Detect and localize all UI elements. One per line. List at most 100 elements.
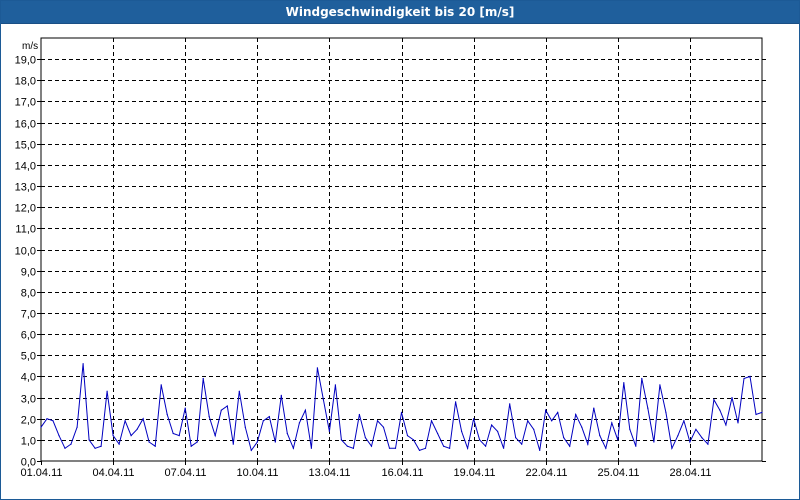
- data-point: [220, 409, 222, 411]
- data-point: [641, 377, 643, 380]
- data-point: [406, 435, 409, 437]
- data-point: [437, 432, 439, 435]
- data-point: [659, 384, 661, 386]
- y-tick-label: 16,0: [15, 119, 36, 131]
- data-point: [719, 409, 721, 411]
- data-point: [202, 377, 204, 380]
- data-point: [647, 407, 649, 409]
- data-point: [148, 441, 150, 443]
- data-point: [370, 445, 373, 447]
- x-tick-label: 19.04.11: [453, 467, 495, 479]
- data-point: [515, 437, 517, 439]
- x-tick-label: 10.04.11: [236, 467, 278, 479]
- data-point: [695, 428, 697, 430]
- data-point: [394, 447, 397, 449]
- data-point: [154, 445, 156, 447]
- data-point: [467, 447, 469, 449]
- data-point: [677, 435, 679, 437]
- data-point: [629, 428, 631, 430]
- y-tick-label: 6,0: [21, 330, 36, 342]
- data-point: [521, 443, 523, 445]
- y-tick-label: 8,0: [21, 288, 36, 300]
- x-tick-label: 04.04.11: [92, 467, 134, 479]
- data-point: [262, 420, 264, 422]
- data-point: [226, 405, 228, 407]
- data-point: [479, 439, 481, 441]
- data-point: [40, 426, 42, 428]
- y-tick-label: 17,0: [15, 97, 36, 109]
- data-point: [292, 447, 294, 449]
- data-point: [743, 377, 745, 380]
- y-tick-label: 1,0: [21, 436, 36, 448]
- data-point: [238, 390, 240, 392]
- data-point: [491, 424, 493, 426]
- data-point: [623, 382, 625, 384]
- data-point: [563, 437, 565, 439]
- data-point: [388, 447, 391, 449]
- y-tick-label: 12,0: [15, 203, 36, 215]
- data-point: [58, 435, 60, 437]
- data-point: [485, 445, 487, 447]
- data-point: [280, 394, 282, 396]
- data-point: [575, 413, 577, 416]
- data-point: [635, 445, 637, 447]
- data-point: [172, 432, 174, 435]
- x-tick-label: 07.04.11: [164, 467, 206, 479]
- data-point: [304, 409, 306, 411]
- data-point: [358, 413, 360, 416]
- data-point: [328, 430, 330, 432]
- data-point: [497, 430, 499, 432]
- data-point: [160, 384, 162, 386]
- data-point: [569, 445, 571, 447]
- data-point: [340, 439, 342, 441]
- y-tick-label: 9,0: [21, 267, 36, 279]
- data-point: [503, 447, 505, 449]
- data-point: [232, 443, 234, 445]
- data-point: [473, 418, 475, 420]
- data-point: [761, 411, 763, 413]
- data-point: [364, 437, 366, 439]
- x-tick-label: 28.04.11: [669, 467, 711, 479]
- data-point: [749, 375, 751, 377]
- x-tick-label: 01.04.11: [20, 467, 62, 479]
- y-tick-label: 13,0: [15, 182, 36, 194]
- data-point: [112, 435, 114, 437]
- data-point: [527, 420, 529, 422]
- x-tick-label: 13.04.11: [308, 467, 350, 479]
- data-point: [82, 363, 84, 365]
- data-point: [509, 403, 511, 405]
- data-point: [557, 411, 559, 413]
- data-point: [587, 443, 589, 445]
- y-tick-label: 10,0: [15, 246, 36, 258]
- data-point: [449, 447, 451, 449]
- data-point: [178, 435, 180, 437]
- y-tick-label: 7,0: [21, 309, 36, 321]
- data-point: [334, 384, 336, 386]
- data-point: [250, 449, 252, 451]
- data-point: [268, 416, 270, 418]
- data-point: [346, 445, 348, 447]
- data-point: [316, 367, 318, 369]
- y-axis-label: m/s: [22, 41, 38, 52]
- data-point: [106, 390, 108, 392]
- y-tick-label: 11,0: [15, 224, 36, 236]
- data-point: [539, 449, 541, 451]
- x-tick-label: 25.04.11: [597, 467, 639, 479]
- data-point: [617, 439, 619, 441]
- data-point: [545, 409, 547, 411]
- y-tick-label: 14,0: [15, 161, 36, 173]
- data-point: [136, 428, 138, 430]
- data-point: [418, 449, 421, 451]
- data-point: [400, 411, 403, 413]
- data-point: [455, 401, 457, 403]
- data-point: [683, 420, 685, 422]
- data-point: [64, 447, 66, 449]
- data-point: [214, 435, 216, 437]
- data-point: [443, 445, 445, 447]
- data-point: [166, 413, 168, 416]
- data-point: [256, 441, 258, 443]
- y-tick-label: 5,0: [21, 351, 36, 363]
- data-point: [352, 447, 354, 449]
- y-tick-label: 18,0: [15, 76, 36, 88]
- data-point: [382, 426, 385, 428]
